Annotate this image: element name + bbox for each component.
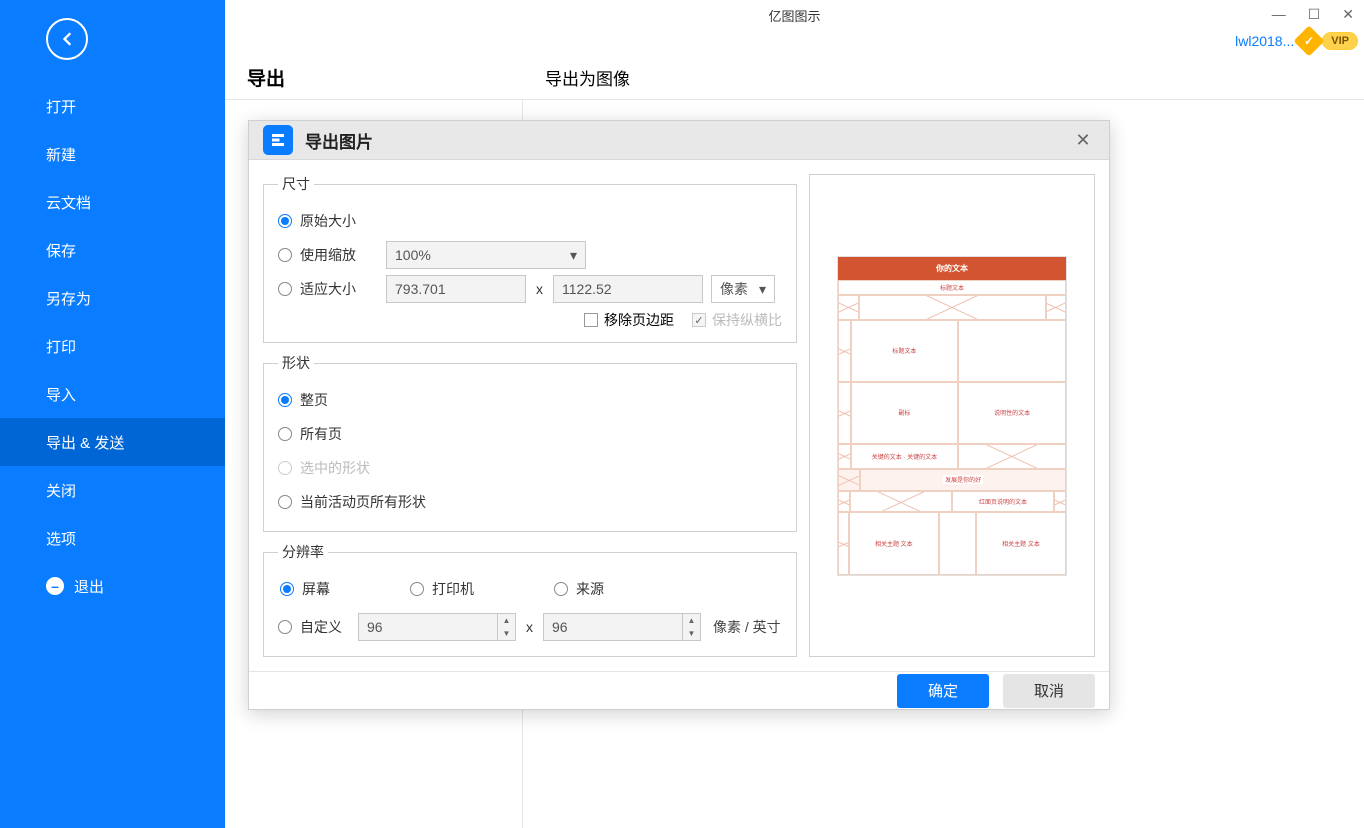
res-unit-label: 像素 / 英寸 bbox=[713, 617, 781, 637]
titlebar: 亿图图示 — ☐ ✕ bbox=[225, 0, 1364, 30]
label-res-screen: 屏幕 bbox=[302, 579, 330, 599]
export-image-dialog: 导出图片 ✕ 尺寸 原始大小 使用缩放 100%▾ bbox=[248, 120, 1110, 710]
res-y-input[interactable]: 96 ▲▼ bbox=[543, 613, 701, 641]
zoom-select[interactable]: 100%▾ bbox=[386, 241, 586, 269]
radio-zoom[interactable] bbox=[278, 248, 292, 262]
dialog-header: 导出图片 ✕ bbox=[249, 121, 1109, 160]
resolution-group: 分辨率 屏幕 打印机 来源 bbox=[263, 542, 797, 657]
label-res-printer: 打印机 bbox=[432, 579, 474, 599]
preview-sub: 标题文本 bbox=[838, 280, 1066, 295]
vip-shield-icon bbox=[1294, 25, 1325, 56]
resolution-legend: 分辨率 bbox=[278, 542, 328, 562]
label-res-source: 来源 bbox=[576, 579, 604, 599]
spin-down-icon[interactable]: ▼ bbox=[497, 627, 515, 640]
label-zoom: 使用缩放 bbox=[300, 245, 386, 265]
app-logo-icon bbox=[263, 125, 293, 155]
radio-res-screen[interactable] bbox=[280, 582, 294, 596]
res-x-input[interactable]: 96 ▲▼ bbox=[358, 613, 516, 641]
radio-current-shapes[interactable] bbox=[278, 495, 292, 509]
page-subheading: 导出为图像 bbox=[523, 56, 1364, 99]
sidebar-item-options[interactable]: 选项 bbox=[0, 514, 225, 562]
x-separator: x bbox=[536, 281, 543, 297]
sidebar-item-open[interactable]: 打开 bbox=[0, 82, 225, 130]
vip-badge[interactable]: VIP bbox=[1298, 30, 1358, 52]
checkbox-keep-ratio bbox=[692, 313, 706, 327]
cancel-button[interactable]: 取消 bbox=[1003, 674, 1095, 708]
app-root: 打开 新建 云文档 保存 另存为 打印 导入 导出 & 发送 关闭 选项 – 退… bbox=[0, 0, 1364, 828]
checkbox-remove-margin[interactable] bbox=[584, 313, 598, 327]
minimize-button[interactable]: — bbox=[1272, 6, 1286, 23]
page-heading: 导出 bbox=[225, 56, 523, 99]
dialog-close-button[interactable]: ✕ bbox=[1071, 128, 1095, 152]
preview-document: 你的文本 标题文本 标题文本 副标说明性的文本 关键的文本 · 关键的文本 发展… bbox=[837, 256, 1067, 576]
label-original-size: 原始大小 bbox=[300, 211, 356, 231]
exit-icon: – bbox=[46, 577, 64, 595]
radio-full-page[interactable] bbox=[278, 393, 292, 407]
width-input[interactable]: 793.701 bbox=[386, 275, 526, 303]
spin-down-icon[interactable]: ▼ bbox=[682, 627, 700, 640]
window-controls: — ☐ ✕ bbox=[1272, 6, 1354, 23]
radio-selected-shapes bbox=[278, 461, 292, 475]
radio-original-size[interactable] bbox=[278, 214, 292, 228]
maximize-button[interactable]: ☐ bbox=[1308, 6, 1321, 23]
radio-all-pages[interactable] bbox=[278, 427, 292, 441]
app-title: 亿图图示 bbox=[768, 6, 820, 25]
ok-button[interactable]: 确定 bbox=[897, 674, 989, 708]
label-res-custom: 自定义 bbox=[300, 617, 358, 637]
sidebar-item-close[interactable]: 关闭 bbox=[0, 466, 225, 514]
preview-panel: 你的文本 标题文本 标题文本 副标说明性的文本 关键的文本 · 关键的文本 发展… bbox=[809, 174, 1095, 657]
spin-up-icon[interactable]: ▲ bbox=[497, 614, 515, 627]
back-button[interactable] bbox=[46, 18, 88, 60]
user-name[interactable]: lwl2018... bbox=[1235, 33, 1294, 49]
sidebar-item-exit[interactable]: – 退出 bbox=[0, 562, 225, 610]
user-row: lwl2018... VIP bbox=[225, 26, 1364, 56]
label-remove-margin: 移除页边距 bbox=[604, 310, 674, 330]
sidebar-item-print[interactable]: 打印 bbox=[0, 322, 225, 370]
sidebar-item-new[interactable]: 新建 bbox=[0, 130, 225, 178]
sidebar-item-save[interactable]: 保存 bbox=[0, 226, 225, 274]
sidebar-item-export[interactable]: 导出 & 发送 bbox=[0, 418, 225, 466]
preview-title: 你的文本 bbox=[838, 257, 1066, 280]
radio-res-printer[interactable] bbox=[410, 582, 424, 596]
unit-select[interactable]: 像素▾ bbox=[711, 275, 775, 303]
sidebar-item-saveas[interactable]: 另存为 bbox=[0, 274, 225, 322]
radio-fit[interactable] bbox=[278, 282, 292, 296]
radio-res-source[interactable] bbox=[554, 582, 568, 596]
sidebar-item-cloud[interactable]: 云文档 bbox=[0, 178, 225, 226]
chevron-down-icon: ▾ bbox=[759, 281, 766, 298]
x-separator: x bbox=[526, 619, 533, 635]
height-input[interactable]: 1122.52 bbox=[553, 275, 703, 303]
label-all-pages: 所有页 bbox=[300, 424, 342, 444]
page-header: 导出 导出为图像 bbox=[225, 56, 1364, 100]
dialog-body: 尺寸 原始大小 使用缩放 100%▾ 适应大小 bbox=[249, 160, 1109, 671]
dialog-options: 尺寸 原始大小 使用缩放 100%▾ 适应大小 bbox=[263, 174, 797, 657]
label-keep-ratio: 保持纵横比 bbox=[712, 310, 782, 330]
radio-res-custom[interactable] bbox=[278, 620, 292, 634]
sidebar: 打开 新建 云文档 保存 另存为 打印 导入 导出 & 发送 关闭 选项 – 退… bbox=[0, 0, 225, 828]
label-full-page: 整页 bbox=[300, 390, 328, 410]
label-current-shapes: 当前活动页所有形状 bbox=[300, 492, 426, 512]
size-legend: 尺寸 bbox=[278, 174, 314, 194]
dialog-footer: 确定 取消 bbox=[249, 671, 1109, 709]
dialog-title: 导出图片 bbox=[305, 128, 1071, 153]
shape-group: 形状 整页 所有页 选中的形状 当前活动页所有 bbox=[263, 353, 797, 532]
label-selected-shapes: 选中的形状 bbox=[300, 458, 370, 478]
shape-legend: 形状 bbox=[278, 353, 314, 373]
label-fit: 适应大小 bbox=[300, 279, 386, 299]
close-window-button[interactable]: ✕ bbox=[1342, 6, 1354, 23]
size-group: 尺寸 原始大小 使用缩放 100%▾ 适应大小 bbox=[263, 174, 797, 343]
sidebar-item-import[interactable]: 导入 bbox=[0, 370, 225, 418]
chevron-down-icon: ▾ bbox=[570, 247, 577, 264]
spin-up-icon[interactable]: ▲ bbox=[682, 614, 700, 627]
